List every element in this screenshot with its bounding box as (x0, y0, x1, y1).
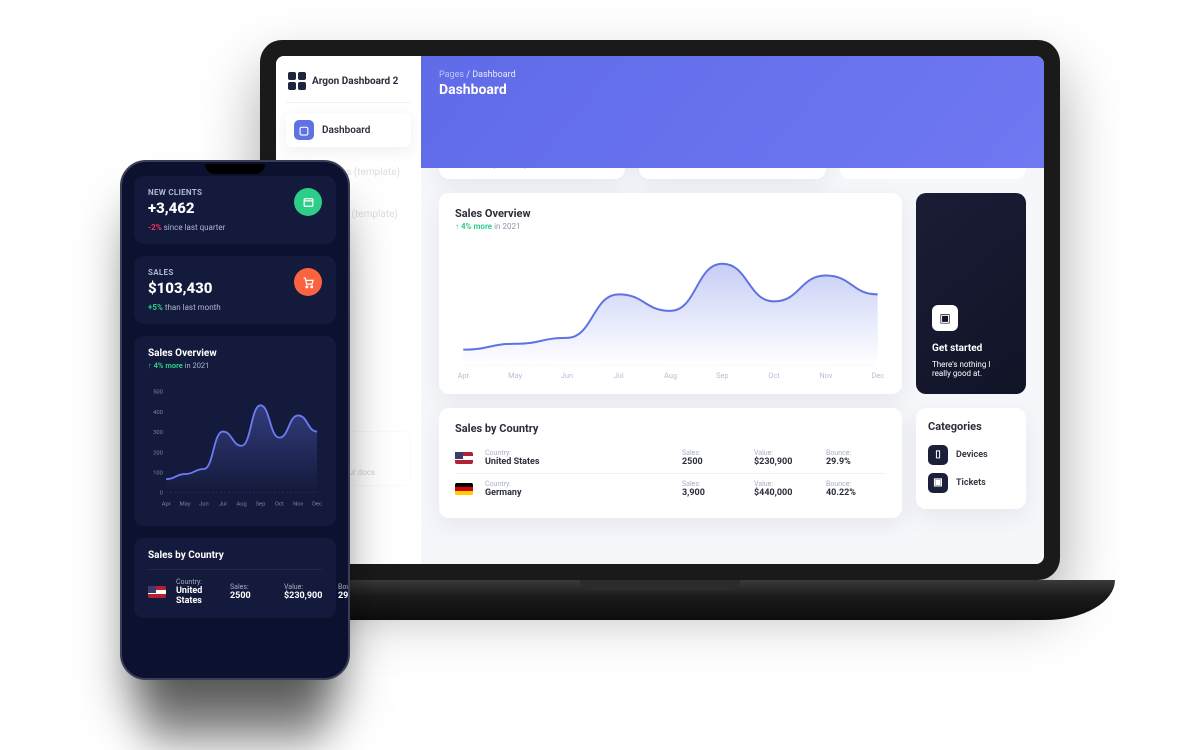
svg-text:300: 300 (153, 430, 163, 436)
chart-area: Apr May Jun Jul Aug Sep Oct Nov Dec (455, 239, 886, 380)
tip-title: Get started (932, 343, 1010, 354)
stat-label: SALES (148, 268, 212, 277)
stat-value: +3,462 (148, 199, 202, 217)
bulb-icon: ▣ (932, 305, 958, 331)
category-item-tickets[interactable]: ▣ Tickets (928, 469, 1014, 497)
breadcrumb-current: Dashboard (472, 70, 516, 80)
chart-sub: ↑ 4% more in 2021 (148, 361, 322, 370)
brand-label: Argon Dashboard 2 (312, 76, 398, 87)
svg-text:Jun: Jun (561, 371, 573, 380)
country-title: Sales by Country (148, 550, 322, 561)
stat-sub: +5% than last month (148, 303, 322, 312)
svg-text:200: 200 (153, 450, 163, 456)
brand[interactable]: Argon Dashboard 2 (286, 68, 411, 103)
svg-text:Jul: Jul (219, 501, 227, 507)
category-item-devices[interactable]: ▯ Devices (928, 441, 1014, 469)
main: Pages / Dashboard Dashboard TODAY'S MONE… (421, 56, 1044, 564)
sidebar-item-dashboard[interactable]: ▢ Dashboard (286, 113, 411, 147)
country-title: Sales by Country (455, 422, 886, 435)
page-title: Dashboard (439, 82, 1026, 98)
stat-card-clients: NEW CLIENTS +3,462 -2% since last quarte… (134, 176, 336, 244)
svg-text:Sep: Sep (716, 371, 729, 380)
svg-text:Oct: Oct (275, 501, 284, 507)
flag-us-icon (455, 452, 473, 464)
chart-row: Sales Overview ↑ 4% more in 2021 Apr May J… (439, 193, 1026, 394)
svg-text:100: 100 (153, 470, 163, 476)
categories-title: Categories (928, 420, 1014, 433)
svg-text:Jun: Jun (199, 501, 209, 507)
svg-text:Sep: Sep (256, 501, 266, 507)
sales-overview-card: Sales Overview ↑ 4% more in 2021 0 100 200… (134, 336, 336, 526)
ticket-icon: ▣ (928, 473, 948, 493)
sales-overview-card: Sales Overview ↑ 4% more in 2021 Apr May J… (439, 193, 902, 394)
stat-value: $103,430 (148, 279, 212, 297)
svg-text:Nov: Nov (819, 371, 832, 380)
app-root: Argon Dashboard 2 ▢ Dashboard ▤ Tables (… (276, 56, 1044, 564)
chart-title: Sales Overview (148, 348, 322, 359)
laptop-device: Argon Dashboard 2 ▢ Dashboard ▤ Tables (… (260, 40, 1170, 680)
flag-us-icon (148, 586, 166, 598)
brand-icon (288, 72, 306, 90)
categories-column: Categories ▯ Devices ▣ Tickets (916, 408, 1026, 518)
clients-icon (294, 188, 322, 216)
breadcrumb-root[interactable]: Pages (439, 70, 464, 80)
table-row[interactable]: Country:Germany Sales:3,900 Value:$440,0… (455, 473, 886, 504)
cart-icon (294, 268, 322, 296)
stat-sub: -2% since last quarter (148, 223, 322, 232)
svg-text:500: 500 (153, 390, 163, 396)
tv-icon: ▢ (294, 120, 314, 140)
line-chart: 0 100 200 300 400 500 Apr May Jun Jul Aug Sep Oct Nov… (148, 370, 322, 520)
bottom-row: Sales by Country Country:United States S… (439, 408, 1026, 518)
chart-title: Sales Overview (455, 207, 886, 220)
table-row[interactable]: Country:United States Sales:2500 Value:$… (148, 569, 322, 606)
svg-text:Aug: Aug (237, 501, 247, 507)
svg-text:400: 400 (153, 410, 163, 416)
breadcrumb-sep: / (466, 70, 470, 80)
sales-by-country-card: Sales by Country Country:United States S… (439, 408, 902, 518)
svg-text:Aug: Aug (664, 371, 677, 380)
svg-text:May: May (180, 501, 191, 507)
svg-text:0: 0 (160, 491, 163, 497)
device-icon: ▯ (928, 445, 948, 465)
right-column: ▣ Get started There's nothing I really g… (916, 193, 1026, 394)
svg-text:Apr: Apr (458, 371, 470, 380)
tip-body: There's nothing I really good at. (932, 360, 1010, 378)
sidebar-item-label: Dashboard (322, 125, 370, 136)
breadcrumb: Pages / Dashboard (439, 70, 1026, 80)
line-chart: Apr May Jun Jul Aug Sep Oct Nov Dec (455, 239, 886, 380)
phone-device: NEW CLIENTS +3,462 -2% since last quarte… (120, 160, 350, 680)
svg-text:Apr: Apr (162, 501, 171, 507)
sales-by-country-card: Sales by Country Country:United States S… (134, 538, 336, 618)
stat-label: NEW CLIENTS (148, 188, 202, 197)
svg-text:Dec: Dec (871, 371, 884, 380)
body: TODAY'S MONEY $53,000 +55% since yesterd… (421, 116, 1044, 536)
stat-card-sales: SALES $103,430 +5% than last month (134, 256, 336, 324)
laptop-screen: Argon Dashboard 2 ▢ Dashboard ▤ Tables (… (260, 40, 1060, 580)
svg-text:Oct: Oct (768, 371, 780, 380)
chart-sub: ↑ 4% more in 2021 (455, 222, 886, 231)
flag-de-icon (455, 483, 473, 495)
svg-text:May: May (508, 371, 522, 380)
tip-card[interactable]: ▣ Get started There's nothing I really g… (916, 193, 1026, 394)
categories-card: Categories ▯ Devices ▣ Tickets (916, 408, 1026, 509)
svg-text:Jul: Jul (614, 371, 624, 380)
hero: Pages / Dashboard Dashboard (421, 56, 1044, 168)
svg-text:Dec: Dec (312, 501, 322, 507)
table-row[interactable]: Country:United States Sales:2500 Value:$… (455, 443, 886, 473)
svg-text:Nov: Nov (293, 501, 303, 507)
